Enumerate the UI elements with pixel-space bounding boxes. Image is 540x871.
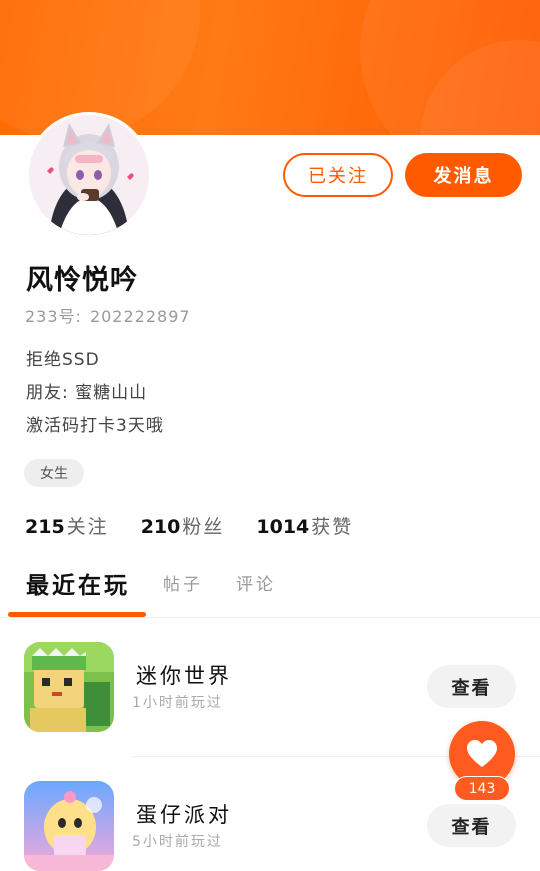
bio-line: 激活码打卡3天哦 [26, 416, 164, 436]
stats-bar: 215 关注 210 粉丝 1014 获赞 [25, 512, 385, 539]
avatar[interactable] [26, 112, 152, 238]
game-title: 蛋仔派对 [136, 803, 232, 827]
stat-label: 获赞 [311, 516, 354, 538]
followed-button[interactable]: 已关注 [283, 153, 393, 197]
stat-followers[interactable]: 210 粉丝 [141, 512, 225, 539]
user-id: 233号: 202222897 [25, 303, 191, 327]
heart-icon [467, 740, 497, 767]
stat-likes[interactable]: 1014 获赞 [256, 512, 353, 539]
eggy-party-icon[interactable] [24, 781, 114, 871]
stat-value: 210 [140, 516, 181, 538]
send-message-button[interactable]: 发消息 [405, 153, 522, 197]
game-last-played: 1小时前玩过 [132, 695, 223, 711]
stat-value: 1014 [256, 516, 310, 538]
profile-name: 风怜悦吟 [26, 265, 138, 296]
avatar-image [29, 115, 149, 235]
tab-comments[interactable]: 评论 [236, 570, 276, 595]
game-last-played: 5小时前玩过 [132, 834, 223, 850]
tab-posts[interactable]: 帖子 [163, 570, 203, 595]
stat-value: 215 [25, 516, 65, 538]
bio-line: 拒绝SSD [26, 350, 100, 370]
user-id-label: 233号: [25, 307, 82, 326]
stat-label: 粉丝 [182, 516, 225, 538]
user-id-value: 202222897 [89, 307, 191, 326]
view-game-button[interactable]: 查看 [427, 804, 516, 847]
game-title: 迷你世界 [136, 664, 232, 688]
bio-line: 朋友: 蜜糖山山 [26, 383, 148, 403]
tabs-divider [0, 617, 540, 618]
view-game-button[interactable]: 查看 [427, 665, 516, 708]
stat-following[interactable]: 215 关注 [25, 512, 109, 539]
tab-recently-played[interactable]: 最近在玩 [26, 566, 130, 600]
stat-label: 关注 [66, 516, 109, 538]
like-count-badge: 143 [454, 776, 510, 801]
mini-world-icon[interactable] [24, 642, 114, 732]
gender-tag: 女生 [24, 459, 84, 487]
